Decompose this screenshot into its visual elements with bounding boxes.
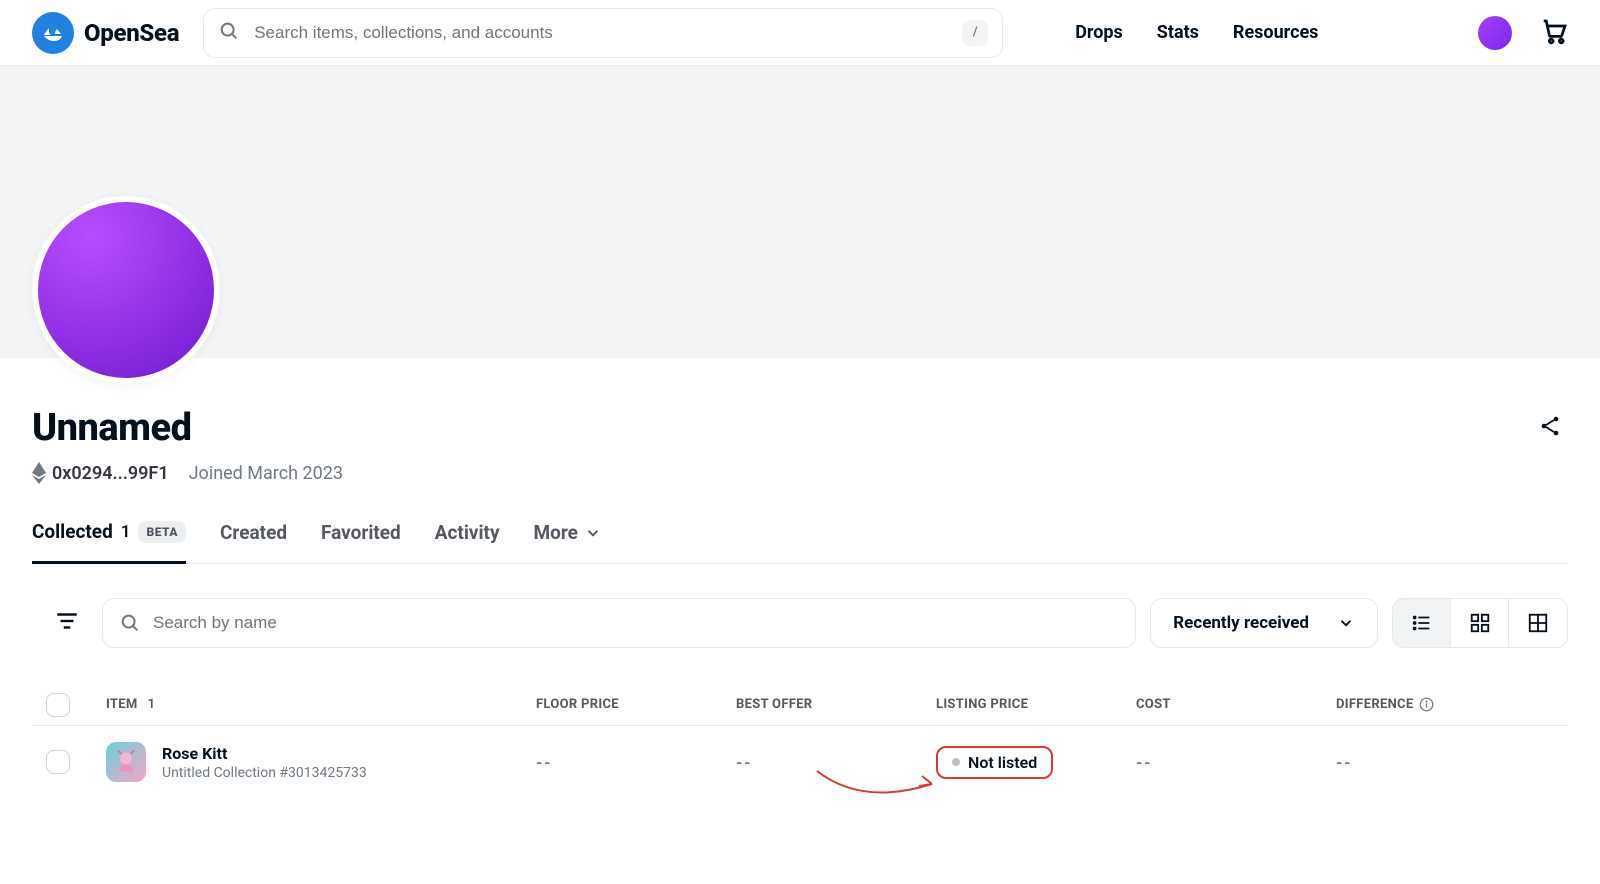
tab-favorited[interactable]: Favorited xyxy=(321,521,401,562)
profile-tabs: Collected 1 BETA Created Favorited Activ… xyxy=(32,520,1568,564)
nft-thumbnail-icon xyxy=(112,748,140,776)
filter-button[interactable] xyxy=(46,602,88,644)
search-icon xyxy=(119,612,141,634)
profile-avatar[interactable] xyxy=(38,202,214,378)
cell-offer: -- xyxy=(736,753,936,772)
view-list-button[interactable] xyxy=(1393,599,1451,647)
sort-dropdown[interactable]: Recently received xyxy=(1150,598,1378,648)
profile-banner xyxy=(0,66,1600,358)
wallet-address-text: 0x0294...99F1 xyxy=(52,463,169,484)
account-avatar[interactable] xyxy=(1478,16,1512,50)
cell-floor: -- xyxy=(536,753,736,772)
chevron-down-icon xyxy=(584,524,602,542)
primary-nav: Drops Stats Resources xyxy=(1075,22,1318,43)
tab-collected-count: 1 xyxy=(121,522,131,542)
opensea-logo-icon xyxy=(32,12,74,54)
th-listing[interactable]: LISTING PRICE xyxy=(936,697,1136,712)
tab-collected[interactable]: Collected 1 BETA xyxy=(32,520,186,564)
th-offer[interactable]: BEST OFFER xyxy=(736,697,936,712)
tab-activity[interactable]: Activity xyxy=(435,521,500,562)
grid-large-icon xyxy=(1527,612,1549,634)
table-header: ITEM1 FLOOR PRICE BEST OFFER LISTING PRI… xyxy=(32,684,1568,726)
items-table: ITEM1 FLOOR PRICE BEST OFFER LISTING PRI… xyxy=(32,684,1568,798)
sort-label: Recently received xyxy=(1173,613,1309,633)
th-item: ITEM1 xyxy=(106,697,536,712)
profile-avatar-ring xyxy=(32,196,220,384)
not-listed-badge: Not listed xyxy=(936,746,1053,779)
tab-collected-label: Collected xyxy=(32,520,113,543)
logo[interactable]: OpenSea xyxy=(32,12,179,54)
cart-button[interactable] xyxy=(1536,12,1574,54)
grid-small-icon xyxy=(1469,612,1491,634)
th-cost[interactable]: COST xyxy=(1136,697,1336,712)
cell-diff: -- xyxy=(1336,753,1554,772)
view-grid-small-button[interactable] xyxy=(1451,599,1509,647)
beta-badge: BETA xyxy=(138,521,186,543)
cell-listing: Not listed xyxy=(936,746,1136,779)
brand-name: OpenSea xyxy=(84,19,179,47)
global-search[interactable]: / xyxy=(203,8,1003,58)
view-toggle xyxy=(1392,598,1568,648)
item-cell: Rose Kitt Untitled Collection #301342573… xyxy=(106,742,536,782)
item-name: Rose Kitt xyxy=(162,744,367,763)
chevron-down-icon xyxy=(1337,614,1355,632)
cart-icon xyxy=(1540,16,1570,46)
profile-section: Unnamed 0x0294...99F1 Joined March 2023 … xyxy=(0,358,1600,798)
row-checkbox[interactable] xyxy=(46,750,70,774)
item-collection: Untitled Collection #3013425733 xyxy=(162,765,367,781)
name-search-input[interactable] xyxy=(153,613,1119,633)
table-row[interactable]: Rose Kitt Untitled Collection #301342573… xyxy=(32,726,1568,798)
th-diff[interactable]: DIFFERENCE xyxy=(1336,697,1554,712)
collection-toolbar: Recently received xyxy=(32,598,1568,648)
tab-more-label: More xyxy=(534,521,578,544)
joined-date: Joined March 2023 xyxy=(189,463,343,484)
top-header: OpenSea / Drops Stats Resources xyxy=(0,0,1600,66)
share-button[interactable] xyxy=(1532,408,1568,448)
th-floor[interactable]: FLOOR PRICE xyxy=(536,697,736,712)
profile-meta: 0x0294...99F1 Joined March 2023 xyxy=(32,462,1568,484)
name-search[interactable] xyxy=(102,598,1136,648)
list-icon xyxy=(1411,612,1433,634)
cell-cost: -- xyxy=(1136,753,1336,772)
nav-stats[interactable]: Stats xyxy=(1157,22,1199,43)
search-shortcut-hint: / xyxy=(962,20,988,46)
profile-name: Unnamed xyxy=(32,406,191,450)
annotation-arrow xyxy=(812,766,952,806)
global-search-input[interactable] xyxy=(254,23,948,43)
info-icon xyxy=(1419,697,1434,712)
select-all-checkbox[interactable] xyxy=(46,693,70,717)
view-grid-large-button[interactable] xyxy=(1509,599,1567,647)
nav-drops[interactable]: Drops xyxy=(1075,22,1123,43)
search-icon xyxy=(218,20,240,46)
wallet-address[interactable]: 0x0294...99F1 xyxy=(32,462,169,484)
eth-icon xyxy=(32,462,46,484)
tab-created[interactable]: Created xyxy=(220,521,287,562)
item-thumbnail xyxy=(106,742,146,782)
filter-icon xyxy=(54,608,80,634)
status-dot-icon xyxy=(952,758,960,766)
nav-resources[interactable]: Resources xyxy=(1233,22,1319,43)
tab-more[interactable]: More xyxy=(534,521,602,562)
share-icon xyxy=(1538,414,1562,438)
